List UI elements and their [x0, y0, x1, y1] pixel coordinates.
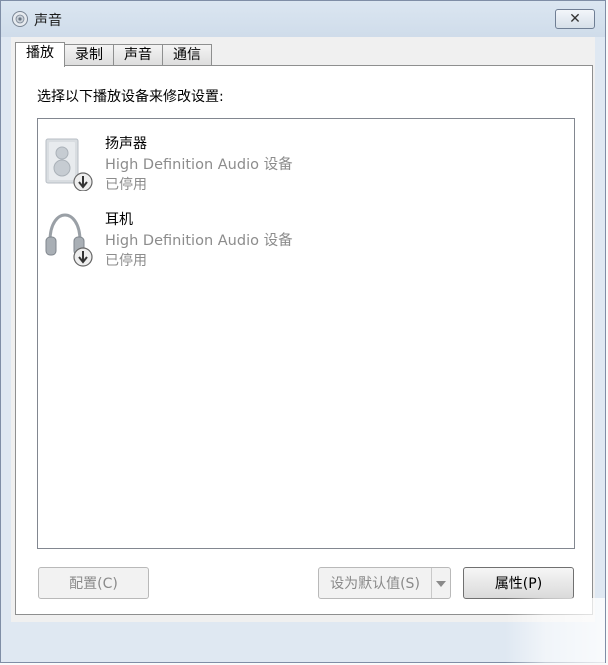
- chevron-down-icon: [435, 576, 446, 591]
- set-default-dropdown[interactable]: [431, 568, 450, 598]
- watermark-overlay: [505, 598, 605, 663]
- tab-playback[interactable]: 播放: [15, 42, 65, 67]
- configure-button[interactable]: 配置(C): [38, 567, 149, 599]
- tab-communications[interactable]: 通信: [162, 44, 212, 66]
- device-status: 已停用: [105, 253, 147, 269]
- tab-strip: 播放 录制 声音 通信: [15, 42, 212, 67]
- set-default-split-button[interactable]: 设为默认值(S): [318, 567, 451, 599]
- window-title: 声音: [34, 13, 62, 29]
- tab-recording[interactable]: 录制: [64, 44, 114, 66]
- list-item[interactable]: 耳机 High Definition Audio 设备 已停用: [41, 199, 561, 271]
- device-list[interactable]: 扬声器 High Definition Audio 设备 已停用 耳机 High…: [37, 118, 575, 549]
- title-bar[interactable]: 声音 ✕: [1, 1, 605, 37]
- headphones-device-icon: [43, 207, 95, 267]
- device-driver: High Definition Audio 设备: [105, 157, 293, 173]
- close-icon: ✕: [569, 11, 581, 27]
- device-name: 扬声器: [105, 136, 147, 152]
- speaker-icon: [11, 10, 29, 28]
- speaker-device-icon: [43, 131, 95, 192]
- playback-prompt: 选择以下播放设备来修改设置:: [37, 89, 224, 105]
- device-status: 已停用: [105, 177, 147, 193]
- device-name: 耳机: [105, 212, 133, 228]
- close-button[interactable]: ✕: [555, 9, 595, 29]
- set-default-button[interactable]: 设为默认值(S): [319, 568, 432, 598]
- tab-sounds[interactable]: 声音: [113, 44, 163, 66]
- list-item[interactable]: 扬声器 High Definition Audio 设备 已停用: [41, 123, 561, 195]
- device-driver: High Definition Audio 设备: [105, 233, 293, 249]
- properties-button[interactable]: 属性(P): [463, 567, 574, 599]
